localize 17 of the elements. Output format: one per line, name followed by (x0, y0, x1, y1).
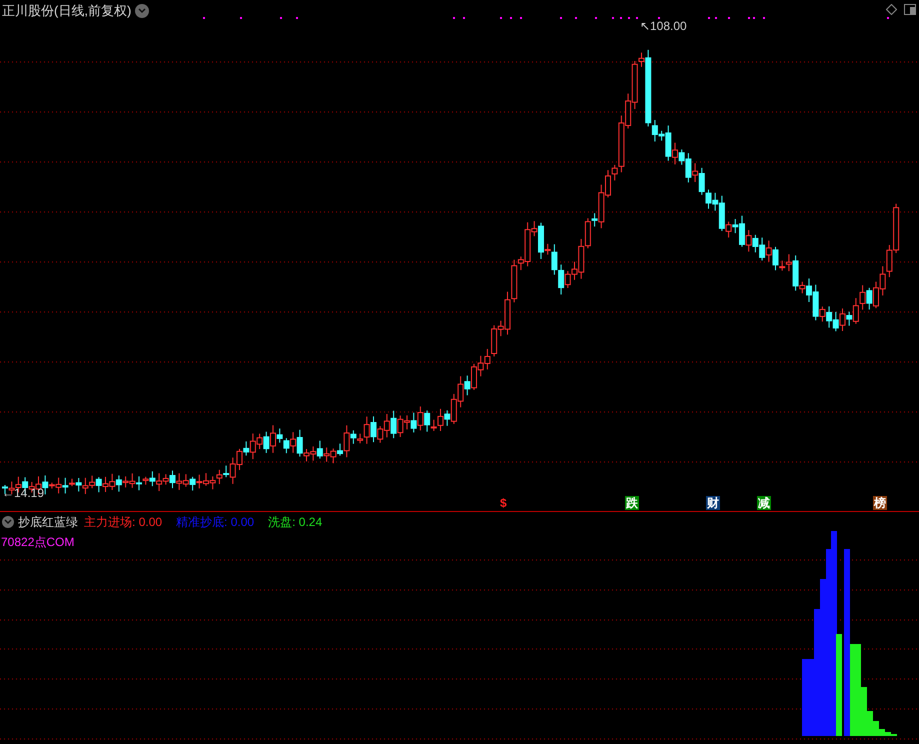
diamond-icon[interactable] (886, 4, 897, 15)
indicator-name: 抄底红蓝绿 (18, 514, 78, 531)
signal-marker: 跌 (625, 496, 639, 510)
chevron-down-icon[interactable] (2, 516, 14, 528)
chevron-down-icon[interactable] (135, 4, 150, 18)
signal-marker: $ (499, 496, 508, 510)
signal-marker: 减 (757, 496, 771, 510)
high-price-label: ↖108.00 (640, 18, 687, 35)
legend-value: 精准抄底: 0.00 (176, 514, 254, 531)
window-icon[interactable] (904, 4, 916, 15)
signal-marker: 财 (706, 496, 720, 510)
signal-marker: 榜 (873, 496, 887, 510)
low-price-label: ←14.19 (2, 485, 44, 502)
watermark-text: 70822点COM (1, 534, 74, 551)
chart-title: 正川股份(日线,前复权) (2, 2, 132, 20)
legend-value: 主力进场: 0.00 (84, 514, 162, 531)
legend-value: 洗盘: 0.24 (268, 514, 322, 531)
